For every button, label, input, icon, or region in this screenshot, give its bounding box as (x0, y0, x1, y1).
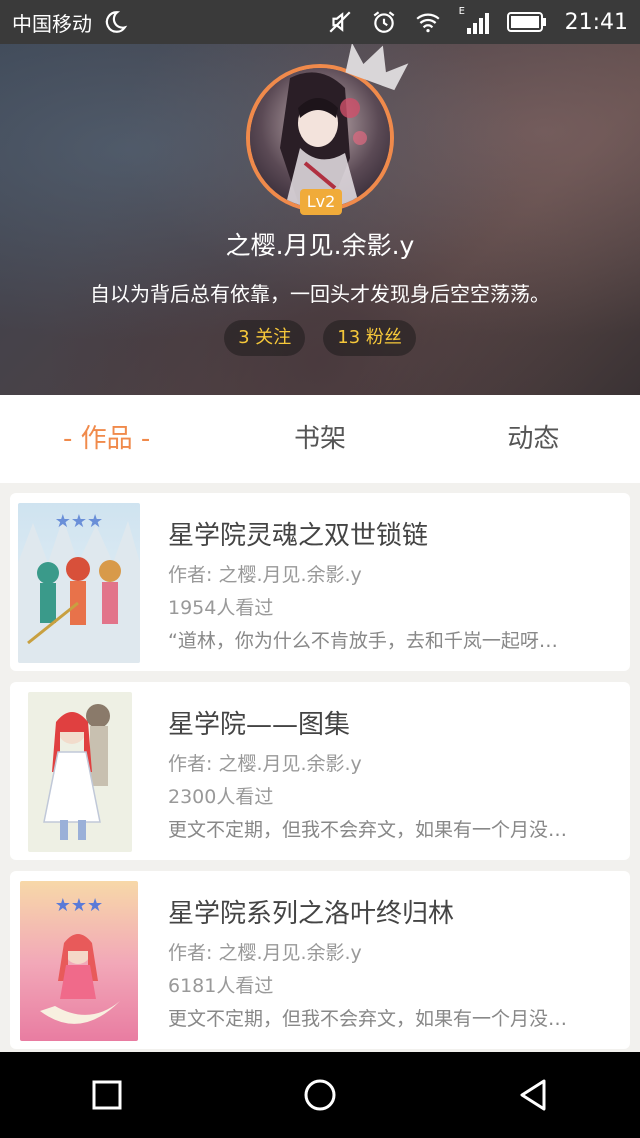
follow-stats: 3 关注 13 粉丝 (0, 320, 640, 356)
signal-icon: E (459, 6, 489, 34)
level-badge: Lv2 (300, 189, 342, 215)
home-button[interactable] (290, 1065, 350, 1125)
work-title: 星学院——图集 (168, 710, 351, 740)
list-item[interactable]: ★★★ 星学院灵魂之双世锁链 作者: 之樱.月见.余影.y 1954人看过 “道… (10, 493, 630, 671)
book-cover-image: ★★★ (18, 503, 140, 663)
work-excerpt: 更文不定期，但我不会弃文，如果有一个月没… (168, 1008, 568, 1030)
wifi-icon (416, 13, 440, 33)
clock: 21:41 (564, 9, 628, 35)
work-excerpt: “道林，你为什么不肯放手，去和千岚一起呀… (168, 630, 558, 652)
list-item[interactable]: ★★★ 星学院系列之洛叶终归林 作者: 之樱.月见.余影.y 6181人看过 更… (10, 871, 630, 1049)
tab-activity[interactable]: 动态 (427, 395, 640, 483)
tab-works[interactable]: - 作品 - (0, 395, 213, 483)
crown-icon (345, 44, 409, 91)
profile-tabs: - 作品 - 书架 动态 (0, 395, 640, 483)
triangle-nav-icon (520, 1079, 546, 1111)
work-author: 作者: 之樱.月见.余影.y (168, 753, 362, 775)
profile-header: Lv2 之樱.月见.余影.y 自以为背后总有依靠，一回头才发现身后空空荡荡。 3… (0, 44, 640, 395)
recent-apps-button[interactable] (77, 1065, 137, 1125)
alarm-icon (373, 11, 394, 33)
work-views: 1954人看过 (168, 597, 274, 619)
work-author: 作者: 之樱.月见.余影.y (168, 564, 362, 586)
book-cover-image (28, 692, 132, 852)
work-views: 6181人看过 (168, 975, 274, 997)
status-bar: 中国移动 E 21:41 (0, 0, 640, 44)
carrier-name: 中国移动 (12, 11, 92, 36)
list-item[interactable]: 星学院——图集 作者: 之樱.月见.余影.y 2300人看过 更文不定期，但我不… (10, 682, 630, 860)
network-type-label: E (458, 6, 465, 17)
work-author: 作者: 之樱.月见.余影.y (168, 942, 362, 964)
circle-nav-icon (304, 1079, 336, 1111)
work-title: 星学院灵魂之双世锁链 (168, 521, 429, 551)
following-count-button[interactable]: 3 关注 (224, 320, 306, 356)
svg-text:★★★: ★★★ (55, 895, 103, 916)
battery-icon (506, 12, 546, 32)
user-signature: 自以为背后总有依靠，一回头才发现身后空空荡荡。 (90, 282, 550, 306)
user-nickname: 之樱.月见.余影.y (225, 231, 415, 260)
work-excerpt: 更文不定期，但我不会弃文，如果有一个月没… (168, 819, 568, 841)
tab-bookshelf[interactable]: 书架 (213, 395, 426, 483)
work-views: 2300人看过 (168, 786, 274, 808)
mute-icon (329, 11, 351, 33)
svg-text:★★★: ★★★ (55, 511, 103, 532)
followers-count-button[interactable]: 13 粉丝 (323, 320, 416, 356)
moon-icon (105, 11, 128, 33)
back-button[interactable] (503, 1065, 563, 1125)
book-cover-image: ★★★ (20, 881, 138, 1041)
square-nav-icon (92, 1080, 122, 1110)
system-nav-bar (0, 1052, 640, 1138)
work-title: 星学院系列之洛叶终归林 (168, 899, 455, 929)
